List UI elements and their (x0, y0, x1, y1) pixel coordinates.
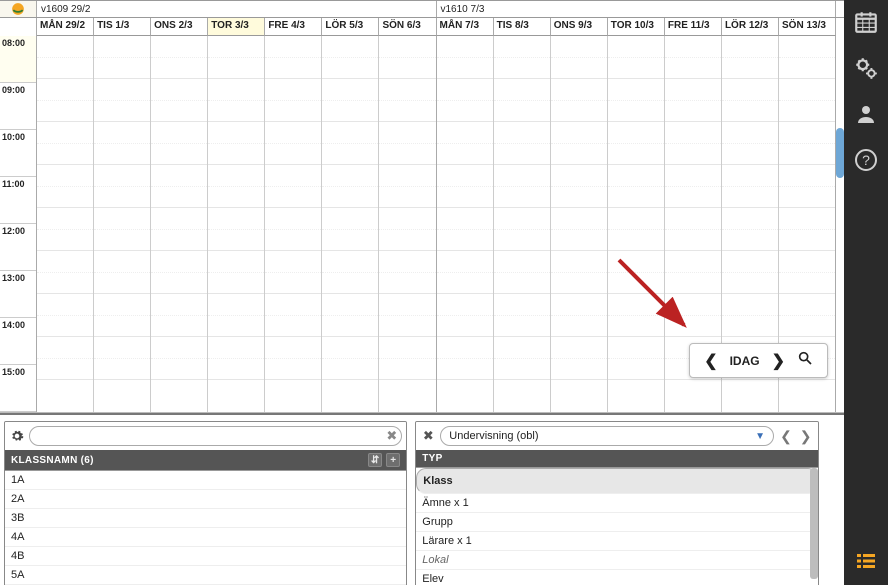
hour-label: 15:00 (0, 365, 36, 412)
clear-icon[interactable]: ✖ (386, 428, 397, 444)
week-header-row: v1609 29/2 v1610 7/3 (0, 0, 844, 18)
day-header[interactable]: TIS 1/3 (94, 18, 151, 36)
type-next-button[interactable]: ❯ (798, 428, 814, 445)
day-header[interactable]: FRE 11/3 (665, 18, 722, 36)
class-column-header: KLASSNAMN (6) ⇵ + (5, 450, 406, 470)
day-column[interactable] (151, 36, 208, 412)
list-item[interactable]: 2A (5, 490, 406, 509)
gear-icon[interactable] (9, 428, 25, 444)
day-column[interactable] (608, 36, 665, 412)
list-item[interactable]: Lärare x 1 (416, 532, 817, 551)
week-label-2: v1610 7/3 (437, 1, 837, 17)
hour-label: 08:00 (0, 36, 36, 83)
week-label-1: v1609 29/2 (37, 1, 437, 17)
list-icon[interactable] (852, 547, 880, 575)
next-button[interactable]: ❯ (772, 351, 785, 371)
day-column[interactable] (265, 36, 322, 412)
hour-label: 12:00 (0, 224, 36, 271)
day-header[interactable]: MÅN 29/2 (37, 18, 94, 36)
day-header[interactable]: ONS 2/3 (151, 18, 208, 36)
day-header[interactable]: SÖN 6/3 (379, 18, 436, 36)
app-logo[interactable] (0, 1, 37, 17)
day-header[interactable]: FRE 4/3 (265, 18, 322, 36)
today-button[interactable]: IDAG (730, 354, 760, 368)
type-select[interactable]: Undervisning (obl) ▼ (440, 426, 774, 446)
class-list: 1A2A3B4A4B5A (5, 470, 406, 585)
day-header[interactable]: TIS 8/3 (494, 18, 551, 36)
type-column-header: TYP (416, 450, 817, 467)
day-header[interactable]: ONS 9/3 (551, 18, 608, 36)
type-prev-button[interactable]: ❮ (778, 428, 794, 445)
list-item[interactable]: Lokal (416, 551, 817, 570)
list-item[interactable]: Grupp (416, 513, 817, 532)
list-item[interactable]: 5A (5, 566, 406, 585)
list-item[interactable]: 1A (5, 471, 406, 490)
day-column[interactable] (379, 36, 436, 412)
day-column[interactable] (37, 36, 94, 412)
class-pane: ✖ KLASSNAMN (6) ⇵ + 1A2A3B4A4B5A SENASTE… (4, 421, 407, 585)
calendar-scrollbar[interactable] (836, 128, 844, 178)
list-item[interactable]: Klass (416, 468, 817, 494)
day-column[interactable] (94, 36, 151, 412)
add-icon[interactable]: + (386, 453, 400, 467)
user-icon[interactable] (852, 100, 880, 128)
hour-label: 13:00 (0, 271, 36, 318)
list-item[interactable]: 3B (5, 509, 406, 528)
right-sidebar: ? (844, 0, 888, 585)
sort-icon[interactable]: ⇵ (368, 453, 382, 467)
day-column[interactable] (551, 36, 608, 412)
day-header[interactable]: TOR 10/3 (608, 18, 665, 36)
type-list: KlassÄmne x 1GruppLärare x 1LokalElevPla… (416, 467, 817, 585)
type-pane: ✖ Undervisning (obl) ▼ ❮ ❯ TYP KlassÄmne… (415, 421, 818, 585)
day-column[interactable] (208, 36, 265, 412)
settings-icon[interactable] (852, 54, 880, 82)
day-header[interactable]: MÅN 7/3 (437, 18, 494, 36)
day-column[interactable] (437, 36, 494, 412)
day-header[interactable]: SÖN 13/3 (779, 18, 836, 36)
help-icon[interactable]: ? (852, 146, 880, 174)
close-icon[interactable]: ✖ (420, 428, 436, 444)
prev-button[interactable]: ❮ (704, 351, 717, 371)
bottom-panel: ✖ KLASSNAMN (6) ⇵ + 1A2A3B4A4B5A SENASTE… (0, 413, 844, 585)
day-header[interactable]: LÖR 5/3 (322, 18, 379, 36)
list-item[interactable]: Elev (416, 570, 817, 585)
day-column[interactable] (322, 36, 379, 412)
calendar-icon[interactable] (852, 8, 880, 36)
list-item[interactable]: 4B (5, 547, 406, 566)
hour-label: 11:00 (0, 177, 36, 224)
day-header[interactable]: TOR 3/3 (208, 18, 265, 36)
class-filter-input[interactable]: ✖ (29, 426, 402, 446)
hour-label: 14:00 (0, 318, 36, 365)
svg-text:?: ? (862, 152, 870, 168)
list-item[interactable]: 4A (5, 528, 406, 547)
chevron-down-icon: ▼ (755, 431, 765, 442)
day-header[interactable]: LÖR 12/3 (722, 18, 779, 36)
hour-label: 10:00 (0, 130, 36, 177)
date-nav-toolbar: ❮ IDAG ❯ (689, 343, 828, 378)
search-button[interactable] (797, 350, 813, 371)
list-item[interactable]: Ämne x 1 (416, 494, 817, 513)
day-column[interactable] (494, 36, 551, 412)
day-header-row: MÅN 29/2TIS 1/3ONS 2/3TOR 3/3FRE 4/3LÖR … (0, 18, 844, 36)
hour-label: 09:00 (0, 83, 36, 130)
